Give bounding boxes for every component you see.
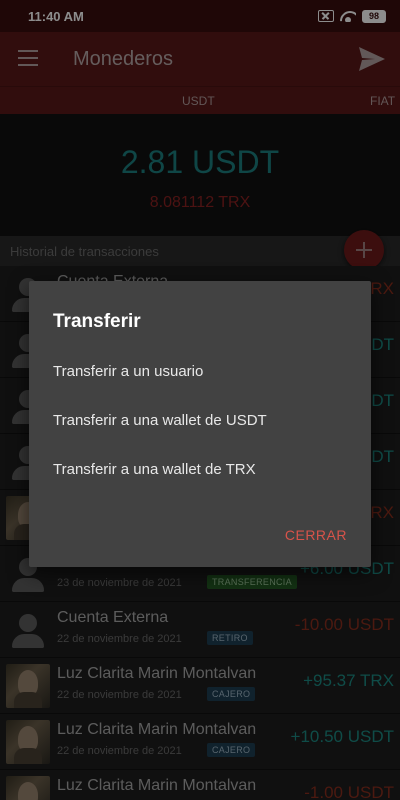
transfer-dialog: Transferir Transferir a un usuario Trans… [29,281,371,567]
dialog-title: Transferir [53,311,141,332]
transfer-to-user-option[interactable]: Transferir a un usuario [53,363,203,380]
transfer-to-trx-wallet-option[interactable]: Transferir a una wallet de TRX [53,461,256,478]
close-button[interactable]: CERRAR [285,527,347,543]
transfer-to-usdt-wallet-option[interactable]: Transferir a una wallet de USDT [53,412,267,429]
